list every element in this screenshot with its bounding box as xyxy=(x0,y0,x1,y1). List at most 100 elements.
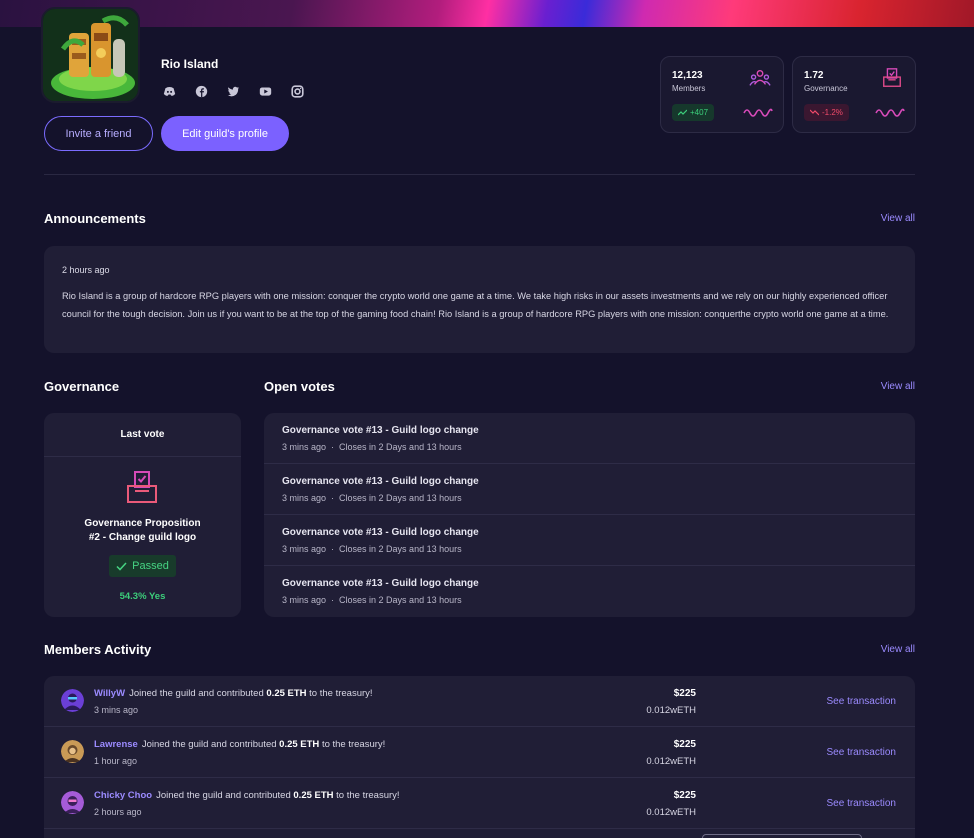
members-activity-list: WillyW Joined the guild and contributed 0… xyxy=(44,676,915,838)
ballot-icon xyxy=(883,68,901,87)
facebook-icon[interactable] xyxy=(193,84,209,98)
contribution-amount: 0.25 ETH xyxy=(293,790,334,801)
vote-meta: 3 mins ago · Closes in 2 Days and 13 hou… xyxy=(282,544,462,554)
activity-action-end: to the treasury! xyxy=(309,688,373,699)
member-name-link[interactable]: WillyW xyxy=(94,688,125,699)
discord-icon[interactable] xyxy=(161,84,177,98)
vote-age: 3 mins ago xyxy=(282,493,327,503)
vote-title: Governance vote #13 - Guild logo change xyxy=(282,425,479,436)
vote-item[interactable]: Governance vote #13 - Guild logo change … xyxy=(264,464,915,515)
governance-value: 1.72 xyxy=(804,70,824,81)
proposition-title-line2: #2 - Change guild logo xyxy=(88,532,197,543)
vote-item[interactable]: Governance vote #13 - Guild logo change … xyxy=(264,566,915,617)
avatar xyxy=(61,791,84,814)
vote-age: 3 mins ago xyxy=(282,442,327,452)
members-activity-title: Members Activity xyxy=(44,642,152,657)
open-votes-title: Open votes xyxy=(264,379,335,394)
vote-meta: 3 mins ago · Closes in 2 Days and 13 hou… xyxy=(282,493,462,503)
announcements-view-all-link[interactable]: View all xyxy=(881,213,915,224)
vote-meta: 3 mins ago · Closes in 2 Days and 13 hou… xyxy=(282,442,462,452)
governance-title: Governance xyxy=(44,379,120,394)
activity-row: Lawrense Joined the guild and contributed… xyxy=(44,727,915,778)
activity-time: 3 mins ago xyxy=(94,705,139,715)
guild-name: Rio Island xyxy=(161,57,219,71)
vote-title: Governance vote #13 - Guild logo change xyxy=(282,578,479,589)
activity-action: Joined the guild and contributed xyxy=(141,739,277,750)
proposition-title-line1: Governance Proposition xyxy=(84,518,201,529)
governance-stat-card: 1.72 Governance -1.2% xyxy=(792,56,916,133)
eth-value: 0.012wETH xyxy=(646,705,696,716)
edit-guild-profile-button[interactable]: Edit guild's profile xyxy=(161,116,289,151)
members-icon xyxy=(749,69,771,86)
activity-action-end: to the treasury! xyxy=(336,790,400,801)
activity-action: Joined the guild and contributed xyxy=(129,688,264,699)
member-name-link[interactable]: Chicky Choo xyxy=(94,790,152,801)
vote-result: 54.3% Yes xyxy=(119,591,166,602)
vote-closes: Closes in 2 Days and 13 hours xyxy=(339,442,462,452)
governance-label: Governance xyxy=(804,84,848,93)
activity-text: Chicky Choo Joined the guild and contribu… xyxy=(94,790,400,801)
vote-closes: Closes in 2 Days and 13 hours xyxy=(339,595,462,605)
activity-text: WillyW Joined the guild and contributed 0… xyxy=(94,688,373,699)
activity-action-end: to the treasury! xyxy=(321,739,386,750)
trend-up-icon xyxy=(678,109,687,116)
usd-value: $225 xyxy=(673,739,696,750)
members-change-value: +407 xyxy=(690,108,709,117)
eth-value: 0.012wETH xyxy=(646,756,696,767)
vote-age: 3 mins ago xyxy=(282,544,327,554)
instagram-icon[interactable] xyxy=(289,84,305,98)
activity-text: Lawrense Joined the guild and contributed… xyxy=(94,739,385,750)
usd-value: $225 xyxy=(673,688,696,699)
youtube-icon[interactable] xyxy=(257,84,273,98)
sparkline-icon xyxy=(743,108,773,117)
announcement-text: Rio Island is a group of hardcore RPG pl… xyxy=(62,291,889,319)
members-change-badge: +407 xyxy=(672,104,715,121)
vote-item[interactable]: Governance vote #13 - Guild logo change … xyxy=(264,413,915,464)
last-vote-card: Last vote Governance Proposition #2 - Ch… xyxy=(44,413,241,617)
section-divider xyxy=(44,174,915,175)
status-badge: Passed xyxy=(109,555,176,577)
announcement-time: 2 hours ago xyxy=(62,265,110,275)
member-name-link[interactable]: Lawrense xyxy=(94,739,138,750)
eth-value: 0.012wETH xyxy=(646,807,696,818)
see-transaction-link[interactable]: See transaction xyxy=(827,696,897,707)
guild-logo xyxy=(41,7,140,103)
see-transaction-link[interactable]: See transaction xyxy=(827,798,897,809)
members-stat-card: 12,123 Members +407 xyxy=(660,56,784,133)
see-transaction-link[interactable]: See transaction xyxy=(827,747,897,758)
contribution-amount: 0.25 ETH xyxy=(279,739,320,750)
usd-value: $225 xyxy=(673,790,696,801)
last-vote-label: Last vote xyxy=(44,413,241,457)
social-links xyxy=(161,84,305,98)
open-votes-list: Governance vote #13 - Guild logo change … xyxy=(264,413,915,617)
status-label: Passed xyxy=(132,560,169,572)
twitter-icon[interactable] xyxy=(225,84,241,98)
trend-down-icon xyxy=(810,109,819,116)
ballot-box-icon xyxy=(127,471,157,503)
avatar xyxy=(61,689,84,712)
invite-friend-button[interactable]: Invite a friend xyxy=(44,116,153,151)
announcement-card: 2 hours ago Rio Island is a group of har… xyxy=(44,246,915,353)
check-icon xyxy=(116,561,127,571)
avatar xyxy=(61,740,84,763)
activity-action: Joined the guild and contributed xyxy=(156,790,291,801)
proposition-title: Governance Proposition #2 - Change guild… xyxy=(44,517,241,545)
members-activity-view-all-link[interactable]: View all xyxy=(881,644,915,655)
governance-change-badge: -1.2% xyxy=(804,104,849,121)
members-label: Members xyxy=(672,84,706,93)
governance-change-value: -1.2% xyxy=(822,108,843,117)
header-banner xyxy=(0,0,974,27)
vote-item[interactable]: Governance vote #13 - Guild logo change … xyxy=(264,515,915,566)
activity-row: WillyW Joined the guild and contributed 0… xyxy=(44,676,915,727)
activity-time: 1 hour ago xyxy=(94,756,138,766)
vote-title: Governance vote #13 - Guild logo change xyxy=(282,527,479,538)
vote-closes: Closes in 2 Days and 13 hours xyxy=(339,544,462,554)
pagination-control[interactable] xyxy=(702,834,862,838)
announcements-title: Announcements xyxy=(44,211,146,226)
open-votes-view-all-link[interactable]: View all xyxy=(881,381,915,392)
vote-closes: Closes in 2 Days and 13 hours xyxy=(339,493,462,503)
vote-age: 3 mins ago xyxy=(282,595,327,605)
sparkline-icon xyxy=(875,108,905,117)
vote-meta: 3 mins ago · Closes in 2 Days and 13 hou… xyxy=(282,595,462,605)
vote-title: Governance vote #13 - Guild logo change xyxy=(282,476,479,487)
